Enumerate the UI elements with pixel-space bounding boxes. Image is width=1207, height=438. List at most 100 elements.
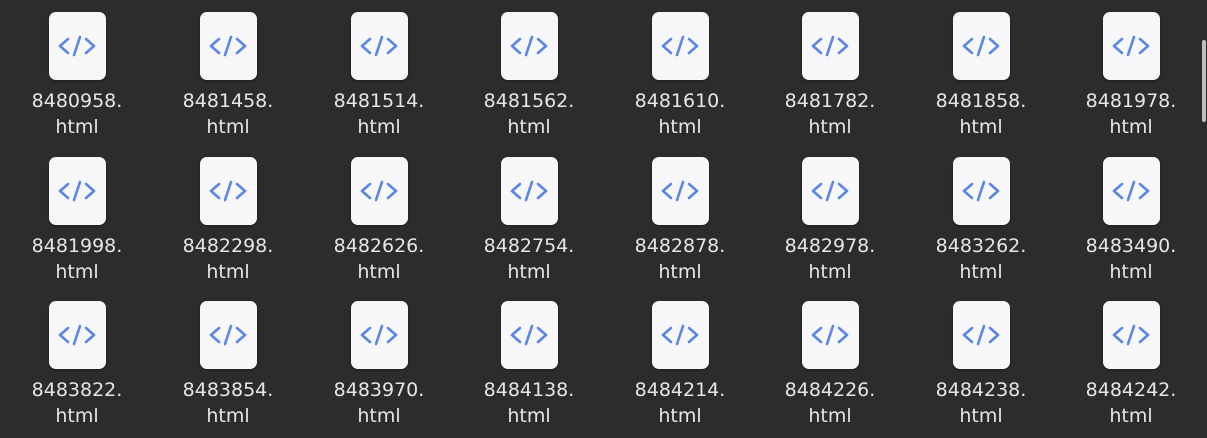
file-name-line-2: html [1109, 261, 1153, 283]
file-name-line-2: html [808, 116, 852, 138]
file-name-line-2: html [357, 261, 401, 283]
file-item[interactable]: 8481998. html [22, 145, 132, 285]
file-item[interactable]: 8484226. html [775, 289, 885, 429]
file-name-line-2: html [658, 405, 702, 427]
file-name-label: 8484214. html [635, 377, 726, 429]
file-item[interactable]: 8482978. html [775, 145, 885, 285]
file-name-line-1: 8483970. [333, 379, 425, 401]
file-name-line-2: html [55, 116, 99, 138]
file-name-line-2: html [507, 116, 551, 138]
file-name-label: 8483822. html [32, 377, 123, 429]
file-name-label: 8484238. html [936, 377, 1027, 429]
file-name-line-2: html [959, 405, 1003, 427]
html-code-icon [48, 301, 106, 369]
html-code-icon [1102, 301, 1160, 369]
html-code-icon [350, 12, 408, 80]
file-item[interactable]: 8484138. html [474, 289, 584, 429]
file-name-line-1: 8483490. [1085, 235, 1177, 257]
file-item[interactable]: 8484242. html [1076, 289, 1186, 429]
file-item[interactable]: 8481562. html [474, 0, 584, 140]
html-code-icon [952, 157, 1010, 225]
html-code-icon [48, 12, 106, 80]
scrollbar-thumb[interactable] [1202, 40, 1206, 122]
file-name-line-2: html [206, 116, 250, 138]
file-item[interactable]: 8481514. html [324, 0, 434, 140]
file-name-line-1: 8481998. [31, 235, 123, 257]
file-name-line-1: 8482878. [634, 235, 726, 257]
file-item[interactable]: 8483854. html [173, 289, 283, 429]
file-name-line-1: 8483854. [182, 379, 274, 401]
file-name-line-2: html [1109, 405, 1153, 427]
file-name-label: 8481514. html [334, 88, 425, 140]
file-item[interactable]: 8483490. html [1076, 145, 1186, 285]
file-name-label: 8484242. html [1086, 377, 1177, 429]
html-code-icon [48, 157, 106, 225]
file-name-line-1: 8484242. [1085, 379, 1177, 401]
file-item[interactable]: 8481458. html [173, 0, 283, 140]
file-name-label: 8482626. html [334, 233, 425, 285]
file-name-line-2: html [808, 261, 852, 283]
html-code-icon [500, 301, 558, 369]
html-code-icon [651, 12, 709, 80]
file-name-line-2: html [357, 405, 401, 427]
html-code-icon [952, 301, 1010, 369]
file-name-line-1: 8484214. [634, 379, 726, 401]
file-name-label: 8481978. html [1086, 88, 1177, 140]
file-item[interactable]: 8483262. html [926, 145, 1036, 285]
file-item[interactable]: 8482626. html [324, 145, 434, 285]
file-name-line-1: 8482754. [483, 235, 575, 257]
file-name-line-2: html [206, 261, 250, 283]
file-item[interactable]: 8482754. html [474, 145, 584, 285]
file-name-label: 8481858. html [936, 88, 1027, 140]
file-name-line-1: 8481458. [182, 90, 274, 112]
file-name-label: 8482754. html [484, 233, 575, 285]
file-name-line-2: html [658, 261, 702, 283]
file-name-line-1: 8484138. [483, 379, 575, 401]
file-name-line-2: html [959, 261, 1003, 283]
file-item[interactable]: 8480958. html [22, 0, 132, 140]
file-name-label: 8480958. html [32, 88, 123, 140]
file-item[interactable]: 8483970. html [324, 289, 434, 429]
html-code-icon [500, 12, 558, 80]
file-item[interactable]: 8482298. html [173, 145, 283, 285]
file-item[interactable]: 8481858. html [926, 0, 1036, 140]
file-item[interactable]: 8481978. html [1076, 0, 1186, 140]
html-code-icon [199, 12, 257, 80]
file-name-line-1: 8481562. [483, 90, 575, 112]
file-name-line-1: 8481610. [634, 90, 726, 112]
file-name-line-1: 8481782. [784, 90, 876, 112]
file-name-line-1: 8483262. [935, 235, 1027, 257]
html-code-icon [651, 157, 709, 225]
file-name-label: 8484226. html [785, 377, 876, 429]
file-item[interactable]: 8484238. html [926, 289, 1036, 429]
file-name-line-1: 8482298. [182, 235, 274, 257]
file-name-label: 8483854. html [183, 377, 274, 429]
html-code-icon [801, 12, 859, 80]
file-name-line-1: 8482626. [333, 235, 425, 257]
html-code-icon [500, 157, 558, 225]
file-item[interactable]: 8483822. html [22, 289, 132, 429]
file-item[interactable]: 8482878. html [625, 145, 735, 285]
file-name-label: 8481458. html [183, 88, 274, 140]
file-item[interactable]: 8481782. html [775, 0, 885, 140]
html-code-icon [199, 157, 257, 225]
html-code-icon [350, 157, 408, 225]
file-name-label: 8481610. html [635, 88, 726, 140]
file-name-line-1: 8482978. [784, 235, 876, 257]
html-code-icon [350, 301, 408, 369]
file-name-label: 8482978. html [785, 233, 876, 285]
file-item[interactable]: 8484214. html [625, 289, 735, 429]
file-name-label: 8483262. html [936, 233, 1027, 285]
html-code-icon [952, 12, 1010, 80]
file-item[interactable]: 8481610. html [625, 0, 735, 140]
file-name-line-1: 8481514. [333, 90, 425, 112]
html-code-icon [1102, 157, 1160, 225]
html-code-icon [1102, 12, 1160, 80]
file-name-label: 8481562. html [484, 88, 575, 140]
file-name-line-1: 8484226. [784, 379, 876, 401]
file-name-line-2: html [959, 116, 1003, 138]
file-name-line-1: 8480958. [31, 90, 123, 112]
file-name-label: 8483490. html [1086, 233, 1177, 285]
file-name-line-1: 8483822. [31, 379, 123, 401]
file-name-label: 8483970. html [334, 377, 425, 429]
